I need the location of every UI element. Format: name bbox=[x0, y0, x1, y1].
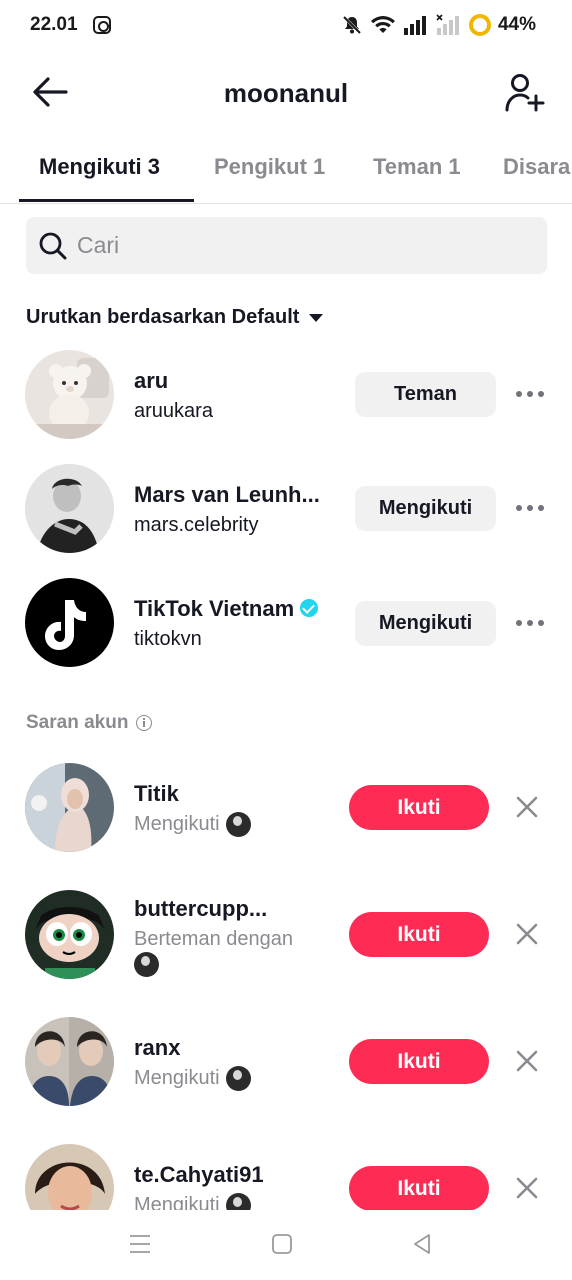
follow-button[interactable]: Ikuti bbox=[349, 1166, 489, 1210]
avatar[interactable] bbox=[25, 890, 114, 979]
back-triangle-icon[interactable] bbox=[410, 1232, 434, 1256]
relation-text: Mengikuti bbox=[134, 813, 220, 835]
account-name-wrapper: TikTok Vietnam bbox=[134, 596, 319, 622]
verified-badge-icon bbox=[300, 599, 319, 618]
account-handle: tiktokvn bbox=[134, 628, 202, 650]
tab-bar: Mengikuti 3 Pengikut 1 Teman 1 Disara bbox=[0, 138, 572, 204]
info-icon[interactable] bbox=[136, 715, 153, 731]
avatar[interactable] bbox=[25, 350, 114, 439]
wifi-icon bbox=[370, 16, 395, 33]
caret-down-icon bbox=[309, 313, 324, 322]
account-name: Mars van Leunh... bbox=[134, 482, 320, 507]
mute-icon bbox=[342, 15, 362, 35]
account-handle: aruukara bbox=[134, 400, 213, 422]
account-name: TikTok Vietnam bbox=[134, 596, 295, 621]
search-input[interactable] bbox=[77, 217, 527, 274]
suggestion-row[interactable]: buttercupp... Berteman dengan Ikuti bbox=[0, 889, 572, 989]
following-row[interactable]: aru aruukara Teman bbox=[0, 350, 572, 450]
page-title: moonanul bbox=[223, 78, 349, 108]
close-icon[interactable] bbox=[512, 1046, 542, 1076]
friends-button[interactable]: Teman bbox=[355, 372, 496, 417]
account-relation: Mengikuti bbox=[134, 1066, 251, 1091]
account-relation: Mengikuti bbox=[134, 812, 251, 837]
tiktok-logo-icon bbox=[25, 578, 114, 667]
suggestions-title: Saran akun bbox=[26, 712, 153, 734]
following-button[interactable]: Mengikuti bbox=[355, 486, 496, 531]
sort-dropdown[interactable]: Urutkan berdasarkan Default bbox=[26, 306, 324, 329]
battery-icon bbox=[468, 14, 491, 36]
more-options-button[interactable] bbox=[510, 611, 550, 635]
avatar[interactable] bbox=[25, 1144, 114, 1210]
battery-level: 44% bbox=[497, 14, 536, 35]
account-handle: mars.celebrity bbox=[134, 514, 259, 536]
active-tab-indicator bbox=[19, 199, 194, 202]
more-options-button[interactable] bbox=[510, 496, 550, 520]
tab-suggested[interactable]: Disara bbox=[503, 154, 570, 180]
more-dots-icon bbox=[516, 391, 522, 397]
avatar[interactable] bbox=[25, 578, 114, 667]
menu-icon[interactable] bbox=[128, 1232, 152, 1256]
close-icon[interactable] bbox=[512, 1173, 542, 1203]
more-dots-icon bbox=[516, 620, 522, 626]
header: moonanul bbox=[0, 60, 572, 126]
more-dots-icon bbox=[516, 505, 522, 511]
suggestions-title-text: Saran akun bbox=[26, 712, 129, 733]
system-nav-bar bbox=[0, 1210, 572, 1280]
signal-sim2-icon bbox=[436, 14, 459, 35]
tab-friends[interactable]: Teman 1 bbox=[373, 154, 461, 180]
mutual-avatar bbox=[225, 1193, 251, 1210]
sort-label: Urutkan berdasarkan Default bbox=[26, 306, 300, 328]
status-time: 22.01 bbox=[30, 14, 78, 35]
mutual-avatar bbox=[225, 1066, 251, 1091]
account-name: Titik bbox=[134, 781, 179, 806]
follow-button[interactable]: Ikuti bbox=[349, 785, 489, 830]
suggestion-row[interactable]: ranx Mengikuti Ikuti bbox=[0, 1016, 572, 1116]
mutual-avatar bbox=[134, 952, 159, 977]
close-icon[interactable] bbox=[512, 919, 542, 949]
relation-text: Mengikuti bbox=[134, 1067, 220, 1089]
person-add-icon bbox=[505, 74, 545, 112]
following-row[interactable]: TikTok Vietnam tiktokvn Mengikuti bbox=[0, 578, 572, 678]
avatar[interactable] bbox=[25, 464, 114, 553]
more-options-button[interactable] bbox=[510, 382, 550, 406]
account-name: aru bbox=[134, 368, 169, 393]
search-icon bbox=[39, 232, 67, 260]
avatar[interactable] bbox=[25, 1017, 114, 1106]
following-row[interactable]: Mars van Leunh... mars.celebrity Mengiku… bbox=[0, 464, 572, 564]
mutual-avatar bbox=[225, 812, 251, 837]
account-name: ranx bbox=[134, 1035, 181, 1060]
signal-icon bbox=[403, 16, 426, 35]
suggestion-row[interactable]: Titik Mengikuti Ikuti bbox=[0, 762, 572, 862]
instagram-notification-icon bbox=[93, 16, 111, 34]
search-bar bbox=[26, 217, 547, 274]
suggestion-row[interactable]: te.Cahyati91 Mengikuti Ikuti bbox=[0, 1143, 572, 1210]
account-name: te.Cahyati91 bbox=[134, 1162, 264, 1187]
follow-button[interactable]: Ikuti bbox=[349, 912, 489, 957]
close-icon[interactable] bbox=[512, 792, 542, 822]
follow-button[interactable]: Ikuti bbox=[349, 1039, 489, 1084]
following-button[interactable]: Mengikuti bbox=[355, 601, 496, 646]
account-relation: Mengikuti bbox=[134, 1193, 251, 1210]
home-icon[interactable] bbox=[270, 1232, 294, 1256]
avatar[interactable] bbox=[25, 763, 114, 852]
status-bar: 22.01 44% bbox=[0, 0, 572, 52]
status-icons: 44% bbox=[341, 13, 536, 37]
tab-followers[interactable]: Pengikut 1 bbox=[214, 154, 325, 180]
relation-text: Mengikuti bbox=[134, 1194, 220, 1210]
add-friend-button[interactable] bbox=[504, 72, 546, 114]
tab-following[interactable]: Mengikuti 3 bbox=[39, 154, 160, 180]
relation-text: Berteman dengan bbox=[134, 928, 294, 950]
account-name: buttercupp... bbox=[134, 896, 268, 921]
